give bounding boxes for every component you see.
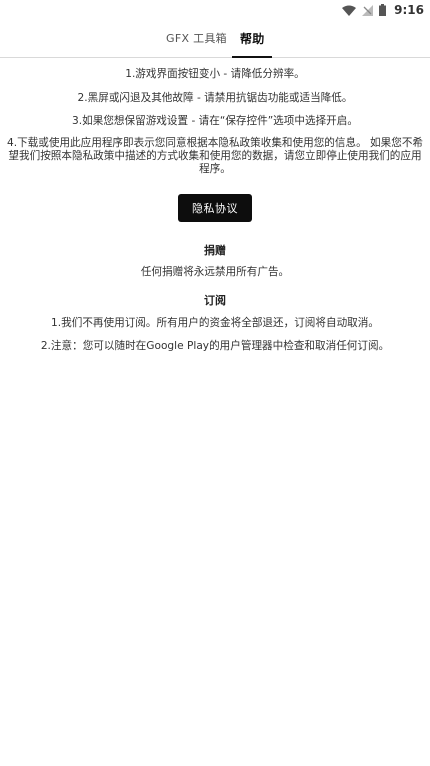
subscription-item-2: 2.注意：您可以随时在Google Play的用户管理器中检查和取消任何订阅。 [40, 340, 390, 352]
status-bar: 9:16 [0, 0, 430, 20]
help-item-1: 1.游戏界面按钮变小 - 请降低分辨率。 [125, 68, 305, 80]
battery-icon [379, 4, 387, 16]
signal-icon [362, 4, 374, 16]
donate-title: 捐赠 [204, 244, 226, 257]
tab-bar: GFX 工具箱 帮助 [0, 20, 430, 58]
help-item-2: 2.黑屏或闪退及其他故障 - 请禁用抗锯齿功能或适当降低。 [77, 92, 353, 104]
tab-gfx-toolbox[interactable]: GFX 工具箱 [166, 20, 227, 56]
tab-help[interactable]: 帮助 [240, 20, 265, 56]
donate-text: 任何捐赠将永远禁用所有广告。 [140, 266, 290, 278]
help-item-3: 3.如果您想保留游戏设置 - 请在“保存控件”选项中选择开启。 [72, 115, 358, 127]
subscription-item-1: 1.我们不再使用订阅。所有用户的资金将全部退还，订阅将自动取消。 [51, 317, 379, 329]
help-item-4: 4.下载或使用此应用程序即表示您同意根据本隐私政策收集和使用您的信息。 如果您不… [6, 137, 424, 175]
tab-indicator [232, 56, 272, 58]
subscription-title: 订阅 [204, 294, 226, 307]
status-time: 9:16 [394, 3, 424, 17]
wifi-icon [342, 5, 357, 16]
privacy-policy-button[interactable]: 隐私协议 [178, 194, 252, 222]
